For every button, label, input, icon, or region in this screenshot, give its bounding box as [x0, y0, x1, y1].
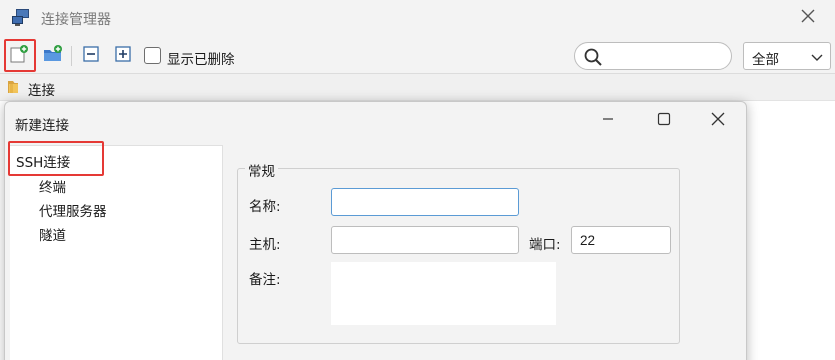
new-folder-icon: [42, 43, 64, 69]
toolbar-divider: [71, 46, 72, 66]
toolbar: 显示已删除 全部: [0, 38, 835, 74]
name-field[interactable]: [331, 188, 519, 216]
search-input[interactable]: [574, 42, 732, 70]
host-field[interactable]: [331, 226, 519, 254]
show-deleted-checkbox[interactable]: [144, 47, 161, 64]
show-deleted-label: 显示已删除: [167, 52, 235, 68]
chevron-down-icon: [810, 52, 824, 62]
tree-item-proxy[interactable]: 代理服务器: [39, 200, 107, 220]
folder-icon: [6, 78, 24, 96]
notes-field[interactable]: [331, 262, 556, 325]
notes-label: 备注:: [249, 272, 281, 288]
filter-dropdown[interactable]: 全部: [743, 42, 831, 70]
highlight-box-new-connection: [4, 39, 36, 72]
highlight-box-ssh: [8, 141, 104, 176]
window-titlebar: 连接管理器: [0, 0, 835, 38]
dialog-close-button[interactable]: [698, 106, 738, 136]
close-icon: [801, 9, 815, 27]
new-connection-dialog: 新建连接 SSH连接 终端 代理服务器 隧道 常规 名称: 主机: 端口: 备注…: [4, 101, 747, 360]
settings-tree: SSH连接 终端 代理服务器 隧道: [10, 145, 223, 360]
collapse-all-button[interactable]: [77, 42, 105, 70]
general-group-label: 常规: [245, 160, 278, 180]
minimize-icon: [602, 113, 614, 129]
breadcrumb: 连接: [0, 74, 835, 101]
maximize-icon: [657, 112, 671, 130]
expand-icon: [114, 45, 132, 67]
window-title: 连接管理器: [41, 12, 111, 28]
dialog-maximize-button[interactable]: [644, 106, 684, 136]
close-icon: [711, 112, 725, 130]
port-label: 端口:: [529, 237, 561, 253]
collapse-icon: [82, 45, 100, 67]
dialog-minimize-button[interactable]: [588, 106, 628, 136]
breadcrumb-label[interactable]: 连接: [28, 79, 55, 99]
window-close-button[interactable]: [792, 2, 824, 34]
name-label: 名称:: [249, 199, 281, 215]
tree-item-terminal[interactable]: 终端: [39, 176, 66, 196]
filter-selected-value: 全部: [752, 52, 779, 68]
tree-item-tunnel[interactable]: 隧道: [39, 224, 66, 244]
expand-all-button[interactable]: [109, 42, 137, 70]
port-field[interactable]: [571, 226, 671, 254]
new-folder-button[interactable]: [39, 42, 67, 70]
search-icon: [583, 47, 603, 67]
app-monitor-icon: [11, 8, 31, 28]
host-label: 主机:: [249, 237, 281, 253]
dialog-title: 新建连接: [15, 118, 69, 134]
